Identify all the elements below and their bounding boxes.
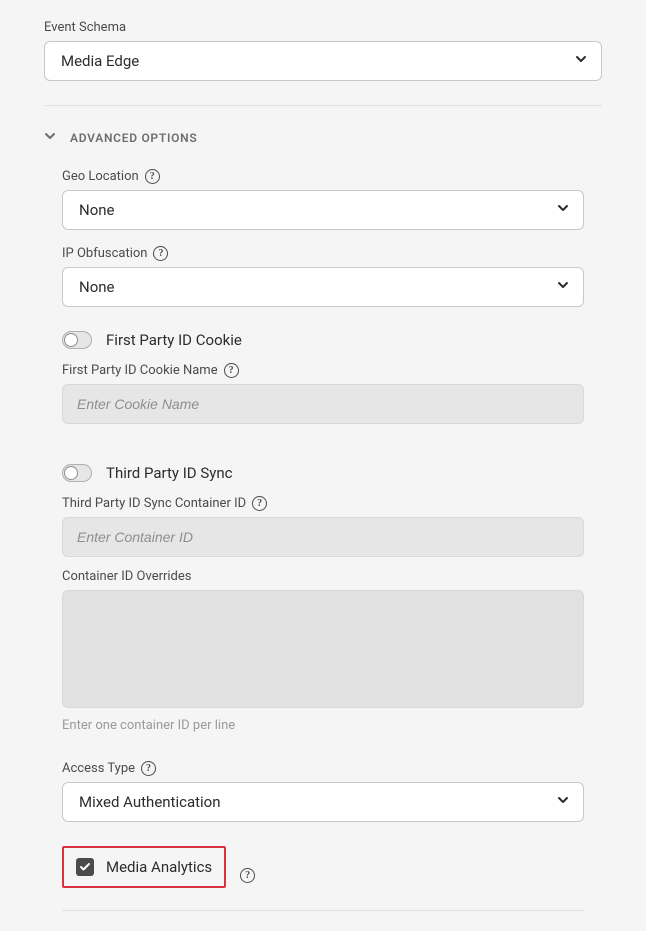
media-analytics-row: Media Analytics ? (62, 846, 584, 904)
ip-label: IP Obfuscation ? (62, 246, 584, 261)
event-schema-value: Media Edge (61, 52, 139, 70)
event-schema-select[interactable]: Media Edge (44, 41, 602, 81)
help-icon[interactable]: ? (252, 496, 267, 511)
advanced-header-label: ADVANCED OPTIONS (70, 131, 197, 145)
first-party-cookie-label-text: First Party ID Cookie Name (62, 363, 218, 378)
geo-select[interactable]: None (62, 190, 584, 230)
ip-select[interactable]: None (62, 267, 584, 307)
event-schema-label: Event Schema (44, 20, 602, 35)
access-value: Mixed Authentication (79, 793, 221, 811)
geo-label: Geo Location ? (62, 169, 584, 184)
third-party-container-label: Third Party ID Sync Container ID ? (62, 496, 584, 511)
access-select[interactable]: Mixed Authentication (62, 782, 584, 822)
overrides-hint: Enter one container ID per line (62, 718, 584, 733)
event-schema-select-wrap: Media Edge (44, 41, 602, 81)
access-label-text: Access Type (62, 761, 135, 776)
event-schema-label-text: Event Schema (44, 20, 126, 35)
divider (62, 910, 584, 911)
ip-value: None (79, 278, 115, 296)
third-party-toggle[interactable] (62, 464, 92, 482)
media-analytics-label: Media Analytics (106, 858, 212, 876)
third-party-container-input[interactable] (62, 517, 584, 557)
ip-select-wrap: None (62, 267, 584, 307)
help-icon[interactable]: ? (153, 246, 168, 261)
help-icon[interactable]: ? (240, 868, 255, 883)
overrides-label: Container ID Overrides (62, 569, 584, 584)
help-icon[interactable]: ? (224, 363, 239, 378)
toggle-knob (64, 333, 78, 347)
first-party-toggle-row: First Party ID Cookie (62, 331, 584, 349)
third-party-container-label-text: Third Party ID Sync Container ID (62, 496, 246, 511)
geo-label-text: Geo Location (62, 169, 139, 184)
media-analytics-checkbox[interactable] (76, 858, 94, 876)
geo-value: None (79, 201, 115, 219)
third-party-toggle-label: Third Party ID Sync (106, 464, 232, 482)
first-party-cookie-input[interactable] (62, 384, 584, 424)
third-party-toggle-row: Third Party ID Sync (62, 464, 584, 482)
help-icon[interactable]: ? (145, 169, 160, 184)
access-label: Access Type ? (62, 761, 584, 776)
advanced-section: ADVANCED OPTIONS Geo Location ? None IP … (44, 106, 602, 911)
ip-label-text: IP Obfuscation (62, 246, 147, 261)
chevron-down-icon (44, 130, 56, 145)
toggle-knob (64, 466, 78, 480)
advanced-header[interactable]: ADVANCED OPTIONS (44, 112, 602, 169)
first-party-toggle[interactable] (62, 331, 92, 349)
advanced-body: Geo Location ? None IP Obfuscation ? Non… (44, 169, 602, 911)
help-icon[interactable]: ? (141, 761, 156, 776)
access-select-wrap: Mixed Authentication (62, 782, 584, 822)
first-party-toggle-label: First Party ID Cookie (106, 331, 242, 349)
geo-select-wrap: None (62, 190, 584, 230)
media-analytics-checkbox-wrap: Media Analytics (62, 846, 226, 888)
overrides-label-text: Container ID Overrides (62, 569, 192, 584)
first-party-cookie-label: First Party ID Cookie Name ? (62, 363, 584, 378)
overrides-textarea[interactable] (62, 590, 584, 708)
